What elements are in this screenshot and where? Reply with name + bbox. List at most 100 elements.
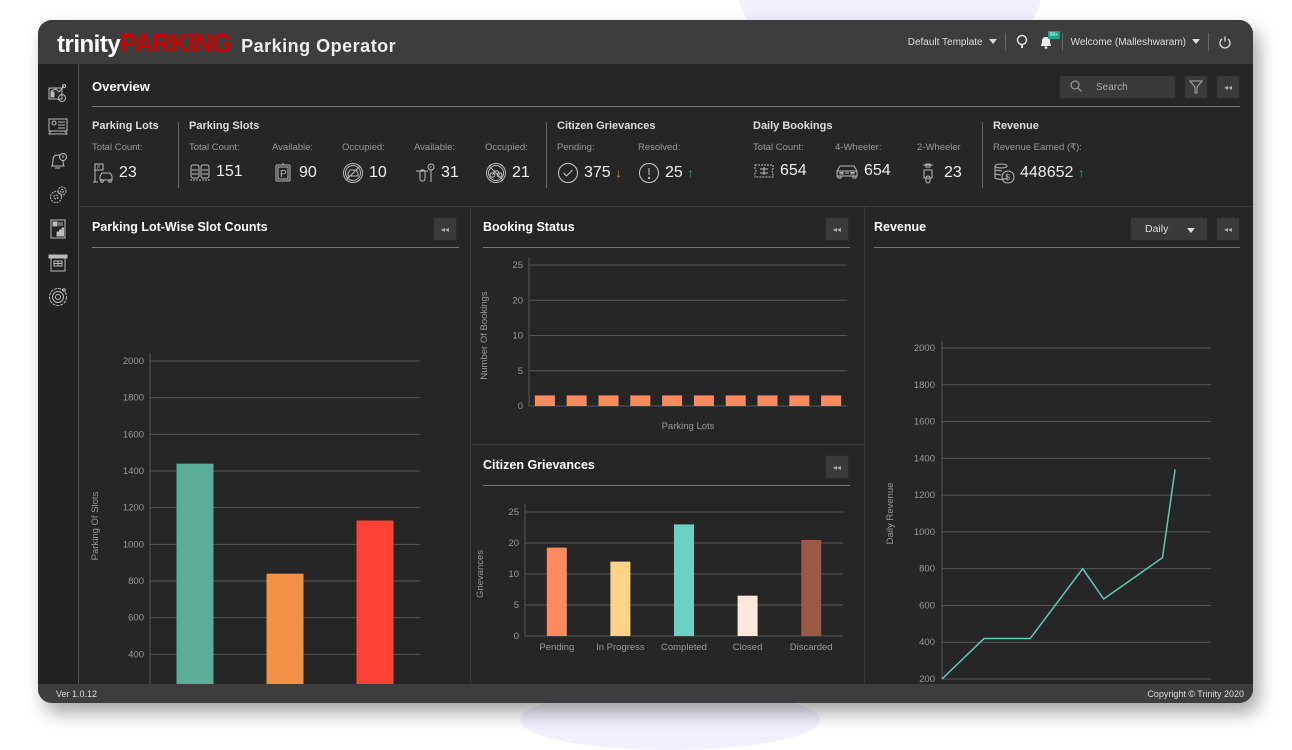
copyright-label: Copyright © Trinity 2020 <box>1147 688 1244 699</box>
sidebar-item-dashboard[interactable] <box>47 82 69 104</box>
notification-badge: 99+ <box>1047 31 1061 39</box>
notification-bell-icon[interactable]: 99+ <box>1038 31 1061 51</box>
divider <box>1208 33 1209 51</box>
metric-value: 31 <box>441 164 459 181</box>
brand-logo: trinity PARKING Parking Operator <box>57 28 396 59</box>
overview-stats: Parking Lots Total Count: P 23 Parking S… <box>80 116 1253 206</box>
y-tick-label: 25 <box>512 260 523 271</box>
page-title: Overview <box>92 79 150 94</box>
panel-revenue: Revenue Daily ◂◂ 200 400 600 800 1000 1200 140… <box>865 207 1253 684</box>
y-tick-label: 400 <box>128 649 144 660</box>
svg-text:P: P <box>430 165 433 170</box>
double-chevron-left-icon: ◂◂ <box>1223 82 1233 92</box>
x-tick-label: Pending <box>539 642 574 653</box>
metric-total-lots: Total Count: P 23 <box>92 142 143 184</box>
metric-label: Pending: <box>557 142 595 153</box>
user-menu[interactable]: Welcome (Malleshwaram) <box>1071 37 1200 48</box>
panel-booking-status: Booking Status ◂◂ 0 5 10 20 25 Parking Lots Nu… <box>471 207 864 444</box>
y-axis-label: Number Of Bookings <box>479 291 490 379</box>
stat-group-title: Revenue <box>993 120 1039 132</box>
settings-gears-icon <box>50 186 67 203</box>
main-content: Overview Search ◂◂ Parking Lots Total Co… <box>80 64 1253 684</box>
ticket-icon <box>754 164 774 178</box>
metric-value: 25 <box>665 164 683 181</box>
metric-4wheeler-bookings: 4-Wheeler: 654 <box>835 142 891 180</box>
metric-label: Resolved: <box>638 142 681 153</box>
bar <box>789 395 810 406</box>
y-tick-label: 1600 <box>914 417 935 428</box>
stat-group-title: Daily Bookings <box>753 120 833 132</box>
sidebar-item-system[interactable] <box>47 286 69 308</box>
dashboard-analytics-icon <box>48 84 66 102</box>
stat-group-title: Parking Slots <box>189 120 260 132</box>
metric-revenue-earned: Revenue Earned (₹): $ 448652 ↑ <box>993 142 1084 184</box>
filter-button[interactable] <box>1184 75 1208 99</box>
bar <box>610 561 631 636</box>
metric-label: Available: <box>272 142 314 153</box>
ticket-machine-icon <box>48 254 68 272</box>
footer: Ver 1.0.12 Copyright © Trinity 2020 <box>38 684 1253 703</box>
metric-value: 654 <box>780 162 807 179</box>
parking-lot-icon: P <box>93 163 113 183</box>
parking-slots-icon <box>190 164 210 181</box>
stat-group-parking-slots: Parking Slots Total Count: 151 Available… <box>178 120 544 190</box>
lightbulb-icon[interactable] <box>1014 33 1030 51</box>
y-tick-label: 1400 <box>914 453 935 464</box>
sidebar-item-reports[interactable] <box>47 218 69 240</box>
sidebar-item-parking-map[interactable] <box>47 116 69 138</box>
bar <box>674 524 694 636</box>
metric-value: 151 <box>216 163 243 180</box>
metric-pending-grievances: Pending: 375 ↓ <box>557 142 622 184</box>
y-axis-label: Parking Of Slots <box>90 491 101 560</box>
y-tick-label: 25 <box>508 507 519 518</box>
chart-revenue: 2004006008001000120014001600180020000481… <box>885 341 1211 684</box>
trend-up-icon: ↑ <box>1078 166 1085 180</box>
svg-text:$: $ <box>1006 173 1011 182</box>
sidebar-item-tickets[interactable] <box>47 252 69 274</box>
metric-occupied-4w: Occupied: 10 <box>342 142 387 184</box>
bar <box>630 395 651 406</box>
filter-icon <box>1189 80 1203 94</box>
search-icon <box>1070 80 1082 95</box>
metric-label: Revenue Earned (₹): <box>993 142 1082 153</box>
metric-total-bookings: Total Count: 654 <box>753 142 807 180</box>
parking-sign-icon: P <box>275 163 291 182</box>
collapse-overview-button[interactable]: ◂◂ <box>1216 75 1240 99</box>
brand-trinity: trinity <box>57 31 121 58</box>
y-tick-label: 1000 <box>123 539 144 550</box>
chevron-down-icon <box>1192 39 1200 45</box>
y-tick-label: 1000 <box>914 527 935 538</box>
metric-value: 10 <box>369 164 387 181</box>
app-title: Parking Operator <box>241 36 397 56</box>
user-menu-label: Welcome (Malleshwaram) <box>1070 36 1186 48</box>
template-select[interactable]: Default Template <box>908 37 997 48</box>
sidebar <box>38 64 79 684</box>
x-axis-label: Parking Lots <box>662 421 715 432</box>
bar <box>737 595 758 636</box>
divider <box>92 106 1240 107</box>
y-tick-label: 20 <box>512 295 523 306</box>
search-input[interactable]: Search <box>1059 75 1176 99</box>
y-tick-label: 200 <box>919 674 935 684</box>
y-tick-label: 600 <box>919 600 935 611</box>
metric-label: Occupied: <box>342 142 385 153</box>
y-tick-label: 1400 <box>123 466 144 477</box>
bar <box>176 463 214 684</box>
panel-citizen-grievances: Citizen Grievances ◂◂ 0 5 10 20 25 Pending In … <box>471 445 864 684</box>
bar <box>662 395 683 406</box>
template-select-label: Default Template <box>907 36 983 48</box>
y-tick-label: 5 <box>518 366 523 377</box>
y-tick-label: 5 <box>514 600 519 611</box>
sidebar-item-alerts[interactable] <box>47 150 69 172</box>
y-tick-label: 1800 <box>123 393 144 404</box>
brand-parking: PARKING <box>120 28 232 58</box>
stat-group-citizen-grievances: Citizen Grievances Pending: 375 ↓ Resolv… <box>546 120 737 190</box>
chart-booking-status: 0 5 10 20 25 Parking Lots Number Of Bookings <box>479 257 847 432</box>
report-document-icon <box>50 219 66 239</box>
divider <box>1004 33 1006 51</box>
no-bike-icon <box>486 163 506 183</box>
sidebar-item-settings[interactable] <box>47 184 69 206</box>
power-icon[interactable] <box>1217 33 1233 51</box>
metric-label: Occupied: <box>485 142 528 153</box>
panel-slot-counts: Parking Lot-Wise Slot Counts ◂◂ 20040060… <box>80 207 470 684</box>
